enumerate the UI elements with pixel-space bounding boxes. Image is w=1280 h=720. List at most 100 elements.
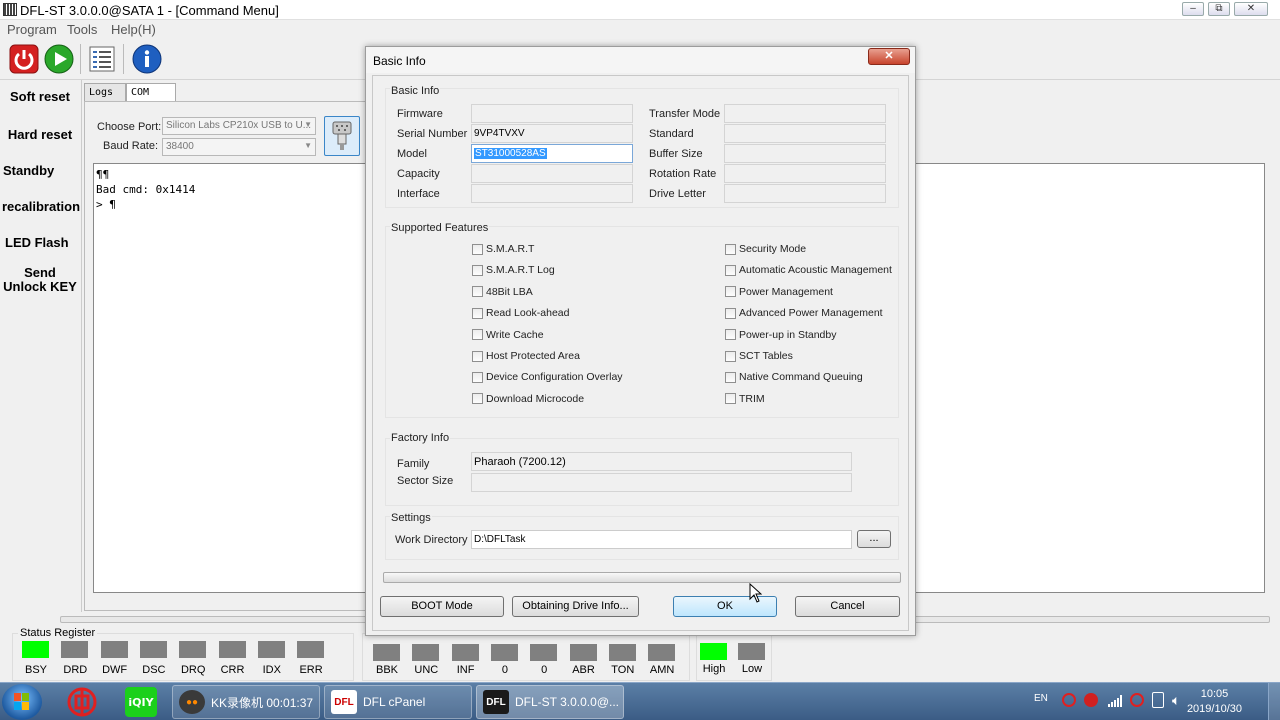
checkbox-icon[interactable] (725, 393, 736, 405)
menu-tools[interactable]: Tools (67, 22, 97, 37)
restore-button[interactable]: ⧉ (1208, 2, 1230, 16)
taskbar-app-dfl-st[interactable]: DFL DFL-ST 3.0.0.0@... (476, 685, 624, 719)
list-icon[interactable] (86, 43, 118, 75)
close-icon[interactable]: ✕ (868, 48, 910, 65)
baud-select[interactable]: 38400 ▼ (162, 138, 316, 156)
family-field[interactable]: Pharaoh (7200.12) (471, 452, 852, 471)
transfer-mode-field[interactable] (724, 104, 886, 123)
feature-checkbox[interactable]: Device Configuration Overlay (472, 370, 623, 384)
drive-letter-field[interactable] (724, 184, 886, 203)
recalibration-button[interactable]: recalibration (2, 200, 80, 214)
serial-number-label: Serial Number (397, 128, 468, 140)
browse-button[interactable]: ... (857, 530, 891, 548)
taskbar-app-dfl-cpanel[interactable]: DFL DFL cPanel (324, 685, 472, 719)
cancel-button[interactable]: Cancel (795, 596, 900, 617)
model-field[interactable]: ST31000528AS (471, 144, 633, 163)
status-led (179, 641, 207, 658)
feature-checkbox[interactable]: S.M.A.R.T (472, 242, 534, 256)
status-led-label: DRQ (180, 664, 206, 676)
work-directory-label: Work Directory (395, 534, 468, 546)
feature-label: Device Configuration Overlay (486, 371, 623, 384)
standard-field[interactable] (724, 124, 886, 143)
checkbox-icon[interactable] (725, 371, 736, 383)
status-led (648, 644, 676, 661)
language-indicator[interactable]: EN (1034, 693, 1048, 704)
play-icon[interactable] (43, 43, 75, 75)
power-icon[interactable] (8, 43, 40, 75)
hard-reset-button[interactable]: Hard reset (2, 128, 78, 142)
info-icon[interactable] (131, 43, 163, 75)
close-window-button[interactable]: ✕ (1234, 2, 1268, 16)
feature-checkbox[interactable]: SCT Tables (725, 349, 793, 363)
checkbox-icon[interactable] (725, 329, 736, 341)
volume-icon[interactable]: 🔈︎ (1172, 693, 1180, 707)
start-button[interactable] (2, 684, 42, 720)
status-led (451, 644, 479, 661)
obtain-drive-info-button[interactable]: Obtaining Drive Info... (512, 596, 639, 617)
checkbox-icon[interactable] (472, 393, 483, 405)
checkbox-icon[interactable] (725, 243, 736, 255)
feature-checkbox[interactable]: Native Command Queuing (725, 370, 863, 384)
network-signal-icon[interactable] (1108, 695, 1122, 707)
feature-label: Power Management (739, 285, 833, 298)
interface-field[interactable] (471, 184, 633, 203)
feature-checkbox[interactable]: Power-up in Standby (725, 328, 836, 342)
rotation-rate-field[interactable] (724, 164, 886, 183)
feature-label: Security Mode (739, 243, 807, 255)
feature-checkbox[interactable]: TRIM (725, 392, 765, 406)
port-select[interactable]: Silicon Labs CP210x USB to U... ▼ (162, 117, 316, 135)
tab-com[interactable]: COM (126, 83, 176, 102)
toolbar-separator (80, 44, 81, 74)
checkbox-icon[interactable] (472, 264, 483, 276)
checkbox-icon[interactable] (472, 243, 483, 255)
clock[interactable]: 10:05 2019/10/30 (1187, 687, 1242, 717)
china-bank-app-icon[interactable] (66, 687, 98, 717)
feature-checkbox[interactable]: 48Bit LBA (472, 285, 533, 299)
feature-checkbox[interactable]: Advanced Power Management (725, 306, 883, 320)
iqiyi-app-icon[interactable]: iQIY (125, 687, 157, 717)
tab-logs[interactable]: Logs (84, 83, 126, 101)
sector-size-field[interactable] (471, 473, 852, 492)
soft-reset-button[interactable]: Soft reset (2, 90, 78, 104)
status-led-label: ABR (572, 664, 595, 676)
serial-number-field[interactable]: 9VP4TVXV (471, 124, 633, 143)
feature-checkbox[interactable]: Security Mode (725, 242, 806, 256)
checkbox-icon[interactable] (472, 329, 483, 341)
tray-app-icon[interactable] (1130, 693, 1144, 707)
show-desktop-button[interactable] (1268, 683, 1280, 720)
feature-checkbox[interactable]: Download Microcode (472, 392, 584, 406)
connect-port-button[interactable] (324, 116, 360, 156)
checkbox-icon[interactable] (725, 286, 736, 298)
basic-info-group-title: Basic Info (390, 85, 441, 97)
feature-checkbox[interactable]: Write Cache (472, 328, 544, 342)
interface-label: Interface (397, 188, 440, 200)
feature-checkbox[interactable]: Automatic Acoustic Management (725, 263, 892, 277)
taskbar-app-kk-recorder[interactable]: ●● KK录像机 00:01:37 (172, 685, 320, 719)
tray-security-icon[interactable] (1084, 693, 1098, 707)
work-directory-field[interactable]: D:\DFLTask (471, 530, 852, 549)
checkbox-icon[interactable] (472, 371, 483, 383)
buffer-size-field[interactable] (724, 144, 886, 163)
checkbox-icon[interactable] (725, 264, 736, 276)
feature-checkbox[interactable]: S.M.A.R.T Log (472, 263, 555, 277)
feature-checkbox[interactable]: Host Protected Area (472, 349, 580, 363)
feature-checkbox[interactable]: Power Management (725, 285, 833, 299)
usb-device-icon[interactable] (1152, 692, 1164, 708)
led-flash-button[interactable]: LED Flash (2, 236, 78, 250)
tray-bank-icon[interactable] (1062, 693, 1076, 707)
minimize-button[interactable]: – (1182, 2, 1204, 16)
firmware-field[interactable] (471, 104, 633, 123)
menu-program[interactable]: Program (7, 22, 57, 37)
checkbox-icon[interactable] (472, 307, 483, 319)
checkbox-icon[interactable] (725, 307, 736, 319)
menu-help[interactable]: Help(H) (111, 22, 156, 37)
send-unlock-key-button[interactable]: Send Unlock KEY (2, 266, 78, 294)
feature-checkbox[interactable]: Read Look-ahead (472, 306, 569, 320)
checkbox-icon[interactable] (472, 286, 483, 298)
status-led (412, 644, 440, 661)
checkbox-icon[interactable] (725, 350, 736, 362)
checkbox-icon[interactable] (472, 350, 483, 362)
boot-mode-button[interactable]: BOOT Mode (380, 596, 504, 617)
capacity-field[interactable] (471, 164, 633, 183)
standby-button[interactable]: Standby (2, 164, 78, 178)
